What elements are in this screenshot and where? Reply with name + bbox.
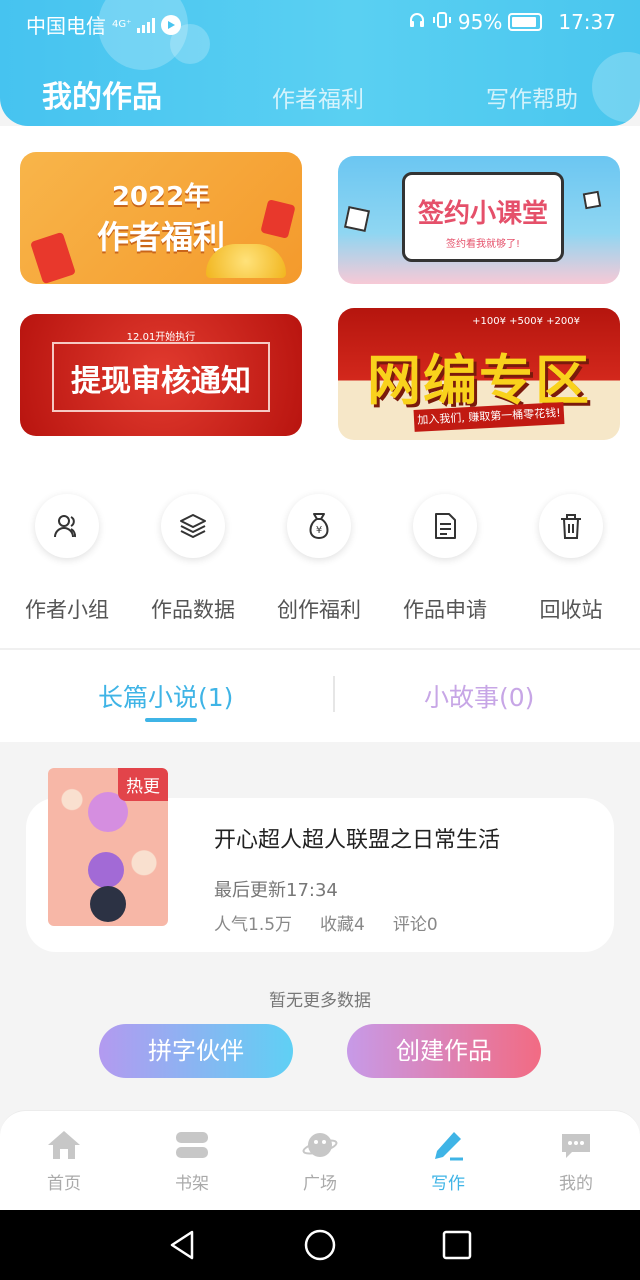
nav-bookshelf[interactable]: 书架 <box>128 1127 256 1194</box>
banner-year: 2022年 <box>111 182 211 212</box>
nav-label: 首页 <box>47 1174 81 1194</box>
bookshelf-icon <box>172 1127 212 1163</box>
money-bag-icon: ¥ <box>287 494 351 558</box>
tab-my-works[interactable]: 我的作品 <box>42 72 162 116</box>
tab-writing-help[interactable]: 写作帮助 <box>486 80 578 114</box>
work-last-updated: 最后更新17:34 <box>214 880 338 901</box>
tab-separator <box>333 676 335 712</box>
battery-percent: 95% <box>457 10 503 34</box>
nav-mine[interactable]: 我的 <box>512 1127 640 1194</box>
banner-withdrawal-notice[interactable]: 12.01开始执行 提现审核通知 <box>20 314 302 436</box>
top-tabs: 我的作品 作者福利 写作帮助 <box>0 64 640 120</box>
nav-label: 书架 <box>175 1174 209 1194</box>
carrier-label: 中国电信 <box>26 14 106 38</box>
work-title[interactable]: 开心超人超人联盟之日常生活 <box>214 822 500 854</box>
divider <box>0 648 640 650</box>
network-label: 4G⁺ <box>112 19 132 30</box>
system-nav-bar <box>0 1210 640 1280</box>
shortcut-label: 作品申请 <box>403 598 487 622</box>
coins-icon <box>206 244 286 278</box>
trash-icon <box>539 494 603 558</box>
home-circle-icon[interactable] <box>303 1228 337 1262</box>
nav-label: 我的 <box>559 1174 593 1194</box>
vibrate-icon <box>432 10 452 34</box>
work-favorites: 收藏4 <box>320 915 365 935</box>
character-figure <box>88 852 124 888</box>
no-more-data: 暂无更多数据 <box>269 991 371 1011</box>
cube-icon <box>343 205 371 233</box>
banner-editor-zone[interactable]: +100¥ +500¥ +200¥ 网编专区 加入我们, 赚取第一桶零花钱! <box>338 308 620 440</box>
layers-icon <box>161 494 225 558</box>
banner-signing-class[interactable]: 签约小课堂 签约看我就够了! <box>338 156 620 284</box>
shortcut-author-group[interactable]: 作者小组 <box>4 494 130 634</box>
nav-label: 写作 <box>431 1174 465 1194</box>
banner-subtitle: 签约看我就够了! <box>445 239 520 250</box>
work-cover[interactable]: 热更 <box>48 768 168 926</box>
chat-bubble-icon <box>556 1127 596 1163</box>
work-comments: 评论0 <box>392 915 438 935</box>
shortcut-work-application[interactable]: 作品申请 <box>382 494 508 634</box>
banner-title: 签约小课堂 <box>417 199 548 229</box>
battery-icon <box>508 13 543 31</box>
svg-text:¥: ¥ <box>316 525 322 536</box>
shortcut-recycle-bin[interactable]: 回收站 <box>508 494 634 634</box>
partner-button[interactable]: 拼字伙伴 <box>99 1024 293 1078</box>
character-figure <box>90 886 126 922</box>
headphones-icon <box>408 10 426 34</box>
create-work-button[interactable]: 创建作品 <box>347 1024 541 1078</box>
recent-apps-icon[interactable] <box>440 1228 474 1262</box>
planet-icon <box>300 1127 340 1163</box>
banner-title: 网编专区 <box>367 349 591 412</box>
bottom-nav: 首页 书架 广场 写作 我的 <box>0 1110 640 1210</box>
nav-label: 广场 <box>303 1174 337 1194</box>
tab-short-story[interactable]: 小故事(0) <box>424 678 534 714</box>
banner-title: 提现审核通知 <box>71 364 251 399</box>
work-popularity: 人气1.5万 <box>214 915 293 935</box>
app-header: 中国电信 4G⁺ 95% 17:37 我的作品 作者福利 写作帮助 <box>0 0 640 126</box>
shortcut-label: 回收站 <box>539 598 603 622</box>
signing-card: 签约小课堂 签约看我就够了! <box>402 172 564 262</box>
shortcut-label: 作品数据 <box>151 598 235 622</box>
signal-icon <box>137 17 156 33</box>
tab-author-benefits[interactable]: 作者福利 <box>272 80 364 114</box>
document-icon <box>413 494 477 558</box>
clock: 17:37 <box>558 10 616 34</box>
play-icon <box>161 14 182 35</box>
shortcut-label: 作者小组 <box>25 598 109 622</box>
tab-long-novel[interactable]: 长篇小说(1) <box>98 678 233 714</box>
home-icon <box>44 1127 84 1163</box>
nav-plaza[interactable]: 广场 <box>256 1127 384 1194</box>
banner-date: 12.01开始执行 <box>126 332 196 343</box>
shortcut-creation-benefits[interactable]: ¥ 创作福利 <box>256 494 382 634</box>
tab-indicator <box>145 718 197 722</box>
work-stats: 人气1.5万 收藏4 评论0 <box>214 910 438 935</box>
nav-home[interactable]: 首页 <box>0 1127 128 1194</box>
hot-badge: 热更 <box>118 768 168 801</box>
nav-writing[interactable]: 写作 <box>384 1127 512 1194</box>
status-bar: 中国电信 4G⁺ 95% 17:37 <box>0 0 640 44</box>
shortcut-label: 创作福利 <box>277 598 361 622</box>
users-icon <box>35 494 99 558</box>
banner-author-benefits-2022[interactable]: 2022年 作者福利 <box>20 152 302 284</box>
back-icon[interactable] <box>166 1228 200 1262</box>
banner-bonus-tags: +100¥ +500¥ +200¥ <box>472 316 580 327</box>
shortcut-work-data[interactable]: 作品数据 <box>130 494 256 634</box>
cube-icon <box>582 190 602 210</box>
pen-icon <box>428 1127 468 1163</box>
